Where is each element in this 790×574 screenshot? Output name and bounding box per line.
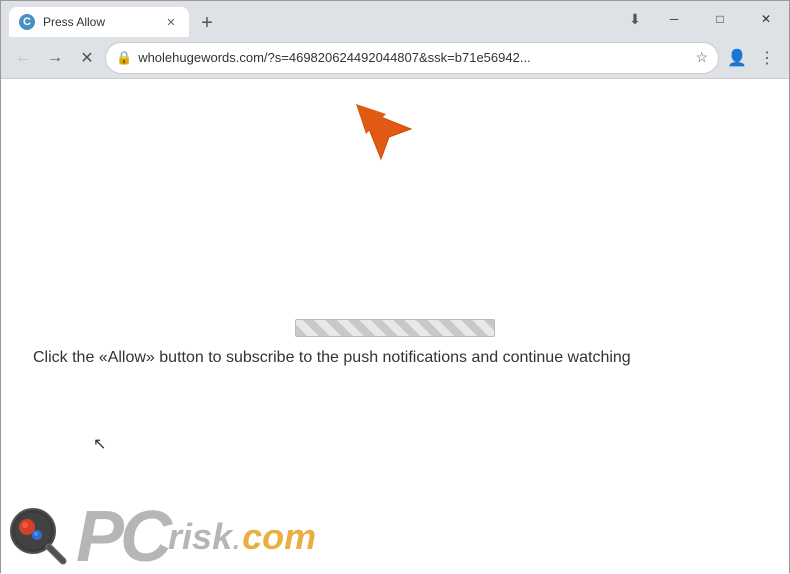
tab-favicon: [19, 14, 35, 30]
forward-button[interactable]: →: [41, 44, 69, 72]
toolbar-right: 👤 ⋮: [723, 44, 781, 72]
com-logo-text: com: [242, 516, 316, 558]
page-content: Click the «Allow» button to subscribe to…: [1, 79, 789, 574]
lock-icon: 🔒: [116, 50, 132, 66]
download-button[interactable]: ⬇: [621, 5, 649, 33]
address-bar[interactable]: 🔒 wholehugewords.com/?s=4698206244920448…: [105, 42, 719, 74]
dot-logo-text: .: [232, 516, 242, 558]
bookmark-star-icon[interactable]: ☆: [695, 49, 708, 66]
tab-title: Press Allow: [43, 15, 155, 29]
progress-bar-container: [295, 319, 495, 337]
pcrisk-logo: PC risk . com: [1, 499, 316, 574]
tab-close-button[interactable]: ✕: [163, 14, 179, 30]
new-tab-button[interactable]: +: [193, 9, 221, 37]
click-allow-text: Click the «Allow» button to subscribe to…: [33, 347, 757, 369]
back-button[interactable]: ←: [9, 44, 37, 72]
profile-button[interactable]: 👤: [723, 44, 751, 72]
toolbar: ← → ✕ 🔒 wholehugewords.com/?s=4698206244…: [1, 37, 789, 79]
click-allow-message: Click the «Allow» button to subscribe to…: [33, 349, 631, 366]
progress-bar: [295, 319, 495, 337]
reload-button[interactable]: ✕: [73, 44, 101, 72]
minimize-button[interactable]: ─: [651, 1, 697, 37]
title-bar: Press Allow ✕ + ⬇ ─ □ ✕: [1, 1, 789, 37]
risk-logo-text: risk: [168, 516, 232, 558]
arrow-container: [351, 99, 441, 194]
url-text: wholehugewords.com/?s=469820624492044807…: [138, 50, 689, 65]
pc-logo-text: PC: [76, 501, 168, 573]
active-tab[interactable]: Press Allow ✕: [9, 7, 189, 37]
pcrisk-icon: [1, 499, 76, 574]
window-close-button[interactable]: ✕: [743, 1, 789, 37]
mouse-cursor: ↖: [93, 434, 106, 454]
maximize-button[interactable]: □: [697, 1, 743, 37]
menu-button[interactable]: ⋮: [753, 44, 781, 72]
orange-arrow-icon: [351, 99, 441, 189]
